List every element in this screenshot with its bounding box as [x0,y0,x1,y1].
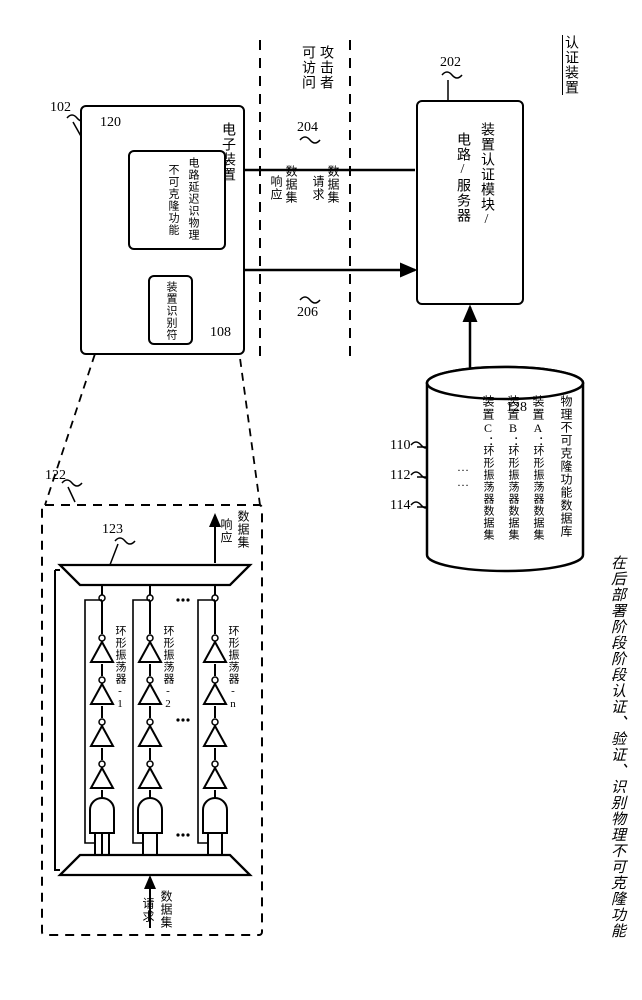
db-row-b-l: 装置B： [505,395,522,449]
db-row-a-l: 装置A： [530,395,547,449]
ref-202: 202 [440,55,461,71]
label-ro1: 环形振荡器-1 [112,625,128,711]
label-ds-resp-1: 数据集 [235,510,252,549]
ref-112: 112 [390,468,410,484]
device-id-label: 装置识别符 [163,281,179,341]
db-row-b-r: 环形振荡器数据集 [505,445,521,541]
label-ron: 环形振荡器-n [225,625,241,711]
label-req: 请求 [310,175,327,201]
ref-122: 122 [45,468,66,484]
label-attacker-1: 攻击者 [315,45,335,90]
label-resp-dataset: 数据集 [283,165,300,204]
db-row-c-l: 装置C： [480,395,497,449]
puf-l2: 不可克隆功能 [165,164,181,236]
db-ellipsis: …… [455,460,470,490]
device-id-box: 装置识别符 [148,275,193,345]
label-ds-resp-2: 响应 [218,518,235,544]
label-ds-req-1: 数据集 [158,890,175,929]
caption: 在后部署阶段阶段认证、验证、识别物理不可克隆功能 [607,555,628,939]
ref-206: 206 [297,305,318,321]
auth-module-box: 装置认证模块/ 电路/服务器 [416,100,524,305]
db-row-a-r: 环形振荡器数据集 [530,445,546,541]
ref-120: 120 [100,115,121,131]
auth-module-l1: 装置认证模块/ [476,122,496,228]
ref-204: 204 [297,120,318,136]
ref-108: 108 [210,325,231,341]
label-resp: 响应 [268,175,285,201]
title-auth-device: 认证装置 [560,35,580,95]
label-ds-req-2: 请求 [140,897,157,923]
ref-123: 123 [102,522,123,538]
ref-102: 102 [50,100,71,116]
puf-box: 电路延迟识物理 不可克隆功能 [128,150,226,250]
db-title: 物理不可克隆功能数据库 [558,395,575,538]
ref-110: 110 [390,438,410,454]
puf-l1: 电路延迟识物理 [185,157,201,241]
db-row-c-r: 环形振荡器数据集 [480,445,496,541]
auth-module-l2: 电路/服务器 [452,132,472,223]
label-attacker-2: 可访问 [297,45,317,90]
label-req-dataset: 数据集 [325,165,342,204]
ref-114: 114 [390,498,410,514]
label-ro2: 环形振荡器-2 [160,625,176,711]
